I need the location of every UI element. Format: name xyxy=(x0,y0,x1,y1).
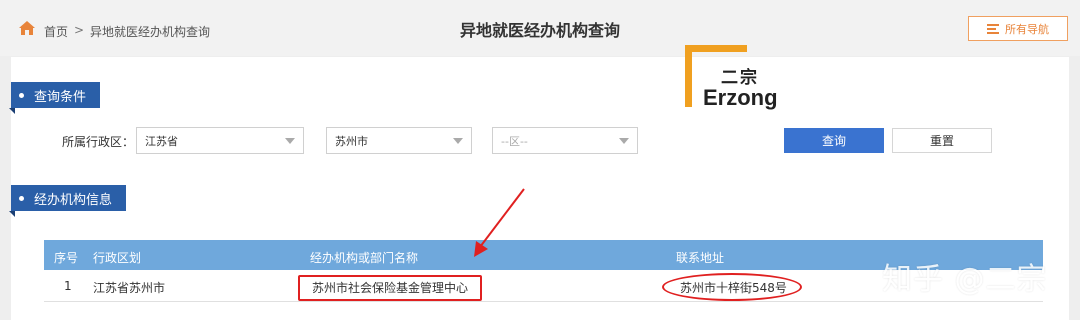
logo-bracket xyxy=(685,45,747,52)
bullet-icon xyxy=(19,195,24,201)
agency-info-heading: 经办机构信息 xyxy=(9,185,126,217)
page-title: 异地就医经办机构查询 xyxy=(459,21,620,40)
city-select[interactable]: 苏州市 xyxy=(326,127,472,154)
query-button[interactable]: 查询 xyxy=(784,128,884,153)
header-agency-name: 经办机构或部门名称 xyxy=(310,251,419,265)
agency-name-highlight-box xyxy=(298,275,482,301)
reset-button[interactable]: 重置 xyxy=(892,128,992,153)
logo-bracket xyxy=(685,45,692,107)
header-region: 行政区划 xyxy=(93,251,142,265)
address-highlight-ellipse xyxy=(662,273,802,301)
chevron-down-icon xyxy=(619,138,629,144)
province-value: 江苏省 xyxy=(145,134,178,148)
all-navigation-label: 所有导航 xyxy=(1005,22,1049,36)
query-conditions-heading: 查询条件 xyxy=(9,82,100,114)
erzong-logo: 二宗 Erzong xyxy=(685,45,795,115)
header-address: 联系地址 xyxy=(676,251,725,265)
chevron-down-icon xyxy=(453,138,463,144)
row-region: 江苏省苏州市 xyxy=(93,281,166,295)
chevron-down-icon xyxy=(285,138,295,144)
logo-english-text: Erzong xyxy=(703,85,778,110)
district-select[interactable]: --区-- xyxy=(492,127,638,154)
annotation-arrow-icon xyxy=(474,188,525,257)
city-value: 苏州市 xyxy=(335,134,368,148)
top-bar: 首页 > 异地就医经办机构查询 异地就医经办机构查询 所有导航 xyxy=(0,0,1080,56)
header-index: 序号 xyxy=(54,251,79,265)
district-placeholder: --区-- xyxy=(501,134,528,148)
agency-info-label: 经办机构信息 xyxy=(34,192,113,208)
bullet-icon xyxy=(19,92,24,98)
row-index: 1 xyxy=(64,279,72,293)
watermark: 知乎 @二宗 xyxy=(882,262,1048,297)
query-conditions-label: 查询条件 xyxy=(34,89,87,105)
all-navigation-button[interactable]: 所有导航 xyxy=(968,16,1068,41)
province-select[interactable]: 江苏省 xyxy=(136,127,304,154)
region-label: 所属行政区： xyxy=(62,135,135,149)
menu-list-icon xyxy=(987,23,999,34)
